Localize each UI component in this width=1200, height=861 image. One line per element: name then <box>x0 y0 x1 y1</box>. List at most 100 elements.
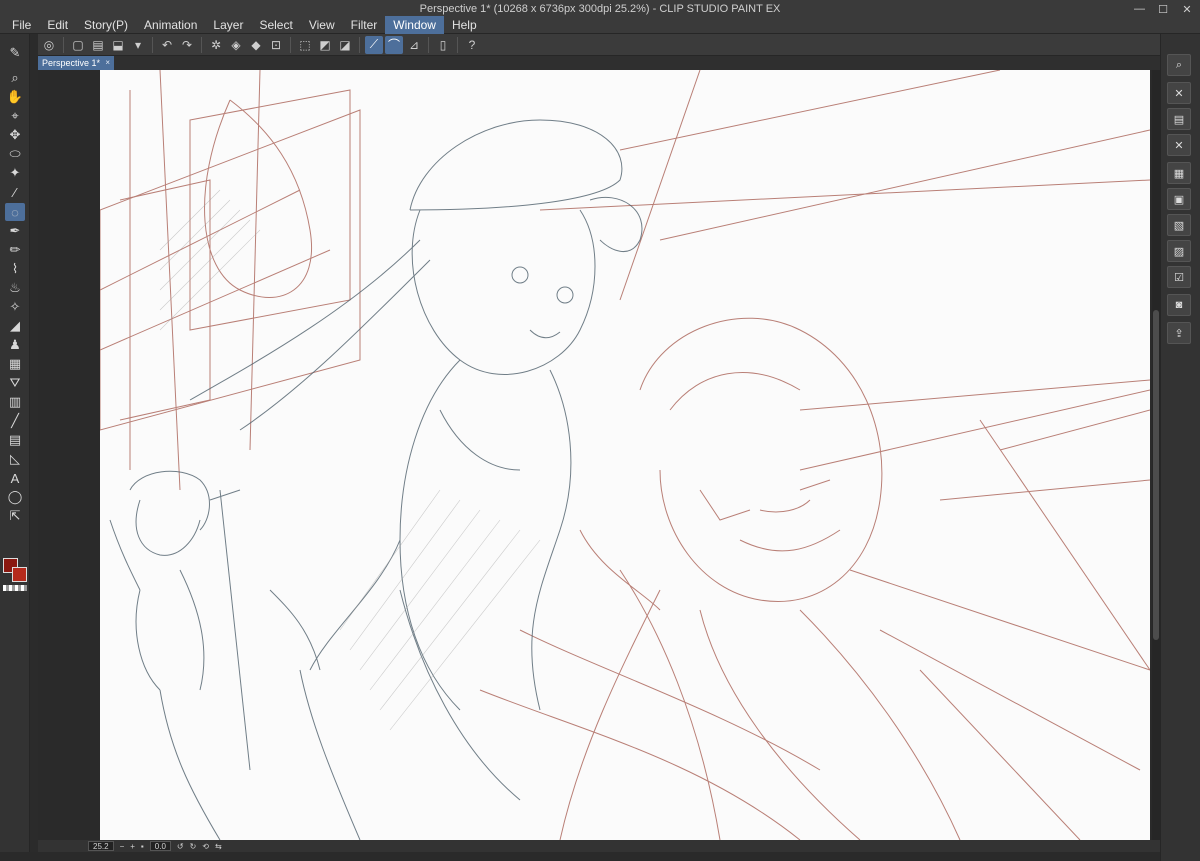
clip-studio-icon[interactable]: ◎ <box>40 36 58 54</box>
menu-help[interactable]: Help <box>444 16 485 34</box>
decoration-icon[interactable]: ✧ <box>5 298 25 316</box>
pen-tab-icon[interactable]: ✎ <box>5 44 25 62</box>
history-icon[interactable]: ▨ <box>1167 240 1191 262</box>
transparent-color-swatch[interactable] <box>3 585 27 591</box>
menu-story[interactable]: Story(P) <box>76 16 136 34</box>
gradient-icon[interactable]: ▥ <box>5 393 25 411</box>
document-tab-label: Perspective 1* <box>42 58 101 68</box>
chevron-down-icon[interactable]: ▾ <box>129 36 147 54</box>
undo-icon[interactable]: ↶ <box>158 36 176 54</box>
window-controls: — ☐ ✕ <box>1134 3 1192 16</box>
figure-icon[interactable]: ▦ <box>5 355 25 373</box>
airbrush-icon[interactable]: ♨ <box>5 279 25 297</box>
frame-icon[interactable]: ▤ <box>5 431 25 449</box>
rotate-right-icon[interactable]: ↻ <box>190 842 197 851</box>
window-title: Perspective 1* (10268 x 6736px 300dpi 25… <box>419 3 781 15</box>
balloon-icon[interactable]: ◯ <box>5 488 25 506</box>
zoom-icon[interactable]: ⌕ <box>5 69 25 87</box>
color-swatches[interactable] <box>3 558 27 582</box>
fill-icon[interactable]: ◆ <box>247 36 265 54</box>
material-icon[interactable]: ▧ <box>1167 214 1191 236</box>
menu-window[interactable]: Window <box>385 16 444 34</box>
menu-view[interactable]: View <box>301 16 343 34</box>
object-icon[interactable]: ⇱ <box>5 507 25 525</box>
zoom-in-icon[interactable]: + <box>130 842 135 851</box>
open-folder-icon[interactable]: ▤ <box>89 36 107 54</box>
panel-close-2-icon[interactable]: ✕ <box>1167 134 1191 156</box>
pencil-icon[interactable]: ✏ <box>5 241 25 259</box>
item-bank-icon[interactable]: ◙ <box>1167 294 1191 316</box>
deselect-icon[interactable]: ⬚ <box>296 36 314 54</box>
menu-filter[interactable]: Filter <box>343 16 386 34</box>
flip-icon[interactable]: ⇆ <box>215 842 222 851</box>
eraser-icon[interactable]: ◢ <box>5 317 25 335</box>
clear-icon[interactable]: ◈ <box>227 36 245 54</box>
brush-icon[interactable]: ⌇ <box>5 260 25 278</box>
separator <box>152 36 153 53</box>
sub-view-icon[interactable]: ▣ <box>1167 188 1191 210</box>
transform-icon[interactable]: ⊡ <box>267 36 285 54</box>
direct-draw-icon[interactable]: ╱ <box>5 412 25 430</box>
bottom-strip <box>0 852 1200 861</box>
panel-close-icon[interactable]: ✕ <box>1167 82 1191 104</box>
document-tab[interactable]: Perspective 1* × <box>38 56 114 70</box>
selection-area-icon[interactable]: ⬭ <box>5 145 25 163</box>
command-bar: ◎ ▢ ▤ ⬓ ▾ ↶ ↷ ✲ ◈ ◆ ⊡ ⬚ ◩ ◪ ⟋ ⌒ ⊿ ▯ ? <box>38 34 1160 56</box>
operation-icon[interactable]: ⌖ <box>5 107 25 125</box>
separator <box>290 36 291 53</box>
perspective-snap-icon[interactable]: ⊿ <box>405 36 423 54</box>
sub-color-swatch[interactable] <box>12 567 27 582</box>
curve-snap-icon[interactable]: ⌒ <box>385 35 403 54</box>
redo-icon[interactable]: ↷ <box>178 36 196 54</box>
rotation-value[interactable]: 0.0 <box>149 841 171 851</box>
menu-animation[interactable]: Animation <box>136 16 205 34</box>
ruler-snap-icon[interactable]: ⟋ <box>365 35 383 54</box>
right-panel: ⌕ ✕ ▤ ✕ ▦ ▣ ▧ ▨ ☑ ◙ ⇪ <box>1160 34 1200 861</box>
menu-layer[interactable]: Layer <box>205 16 251 34</box>
zoom-out-icon[interactable]: − <box>120 842 125 851</box>
canvas-area[interactable] <box>38 70 1160 840</box>
separator <box>428 36 429 53</box>
blend-icon[interactable]: ♟ <box>5 336 25 354</box>
rotate-left-icon[interactable]: ↺ <box>177 842 184 851</box>
device-icon[interactable]: ▯ <box>434 36 452 54</box>
invert-selection-icon[interactable]: ◩ <box>316 36 334 54</box>
menu-bar: Perspective 1* (10268 x 6736px 300dpi 25… <box>0 0 1200 34</box>
minimize-icon[interactable]: — <box>1134 3 1145 16</box>
maximize-icon[interactable]: ☐ <box>1158 3 1168 16</box>
menu-file[interactable]: File <box>4 16 39 34</box>
fit-icon[interactable]: ▪ <box>141 842 144 851</box>
fill-bucket-icon[interactable]: ⛛ <box>5 374 25 392</box>
ruler-icon[interactable]: ◺ <box>5 450 25 468</box>
separator <box>63 36 64 53</box>
scrollbar-thumb[interactable] <box>1153 310 1159 640</box>
loading-icon[interactable]: ✲ <box>207 36 225 54</box>
search-icon[interactable]: ⌕ <box>1167 54 1191 76</box>
eyedropper-icon[interactable]: ⁄ <box>5 183 25 201</box>
tool-palette: ✎ ⌕ ✋ ⌖ ✥ ⬭ ✦ ⁄ ◌ ✒ ✏ ⌇ ♨ ✧ ◢ ♟ ▦ ⛛ ▥ ╱ … <box>0 34 30 861</box>
reset-rotation-icon[interactable]: ⟲ <box>202 842 209 851</box>
export-icon[interactable]: ⇪ <box>1167 322 1191 344</box>
close-tab-icon[interactable]: × <box>105 56 110 70</box>
canvas-paper[interactable] <box>100 70 1150 840</box>
close-icon[interactable]: ✕ <box>1182 3 1192 16</box>
lasso-icon[interactable]: ◌ <box>5 203 25 221</box>
navigator-icon[interactable]: ▦ <box>1167 162 1191 184</box>
move-layer-icon[interactable]: ✥ <box>5 126 25 144</box>
menu-select[interactable]: Select <box>251 16 300 34</box>
zoom-value[interactable]: 25.2 <box>88 841 114 851</box>
vertical-scrollbar[interactable] <box>1152 70 1160 840</box>
auto-select-icon[interactable]: ✦ <box>5 164 25 182</box>
selection-icon[interactable]: ◪ <box>336 36 354 54</box>
new-file-icon[interactable]: ▢ <box>69 36 87 54</box>
hand-icon[interactable]: ✋ <box>5 88 25 106</box>
status-bar: 25.2 − + ▪ 0.0 ↺ ↻ ⟲ ⇆ <box>38 840 1160 852</box>
separator <box>201 36 202 53</box>
text-icon[interactable]: A <box>5 469 25 487</box>
auto-action-icon[interactable]: ☑ <box>1167 266 1191 288</box>
save-icon[interactable]: ⬓ <box>109 36 127 54</box>
pen-icon[interactable]: ✒ <box>5 222 25 240</box>
menu-edit[interactable]: Edit <box>39 16 76 34</box>
help-icon[interactable]: ? <box>463 36 481 54</box>
layer-property-icon[interactable]: ▤ <box>1167 108 1191 130</box>
